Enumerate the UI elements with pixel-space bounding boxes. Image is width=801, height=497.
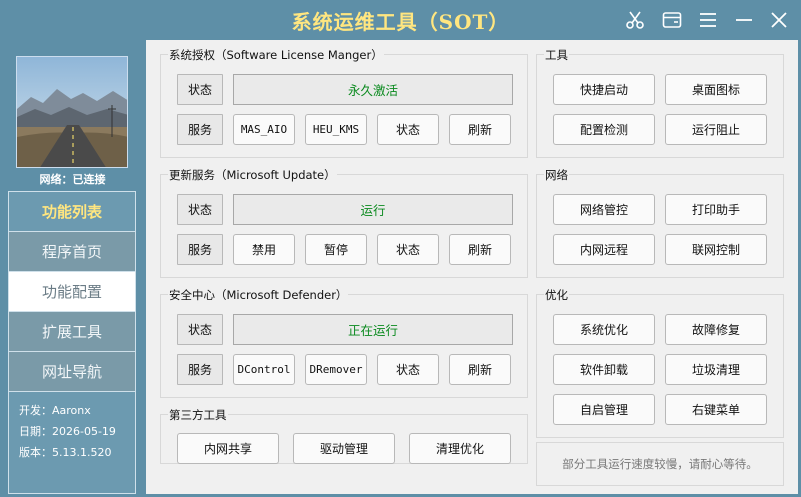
network-control-button[interactable]: 网络管控 [553, 194, 655, 225]
license-status-value: 永久激活 [233, 74, 513, 105]
version-text: 版本：5.13.1.520 [19, 446, 112, 459]
fault-repair-button[interactable]: 故障修复 [665, 314, 767, 345]
driver-manager-button[interactable]: 驱动管理 [293, 433, 395, 464]
minimize-icon[interactable] [732, 8, 756, 32]
date-text: 日期：2026-05-19 [19, 425, 116, 438]
update-query-button[interactable]: 状态 [377, 234, 439, 265]
system-optimize-button[interactable]: 系统优化 [553, 314, 655, 345]
config-check-button[interactable]: 配置检测 [553, 114, 655, 145]
license-status-button[interactable]: 状态 [177, 74, 223, 105]
update-status-value: 运行 [233, 194, 513, 225]
software-uninstall-button[interactable]: 软件卸载 [553, 354, 655, 385]
update-service-button[interactable]: 服务 [177, 234, 223, 265]
license-service-button[interactable]: 服务 [177, 114, 223, 145]
app-info: 开发：Aaronx 日期：2026-05-19 版本：5.13.1.520 [9, 392, 135, 493]
group-optimize: 优化 系统优化 故障修复 软件卸载 垃圾清理 自启管理 右键菜单 [536, 287, 784, 438]
lan-remote-button[interactable]: 内网远程 [553, 234, 655, 265]
defender-service-button[interactable]: 服务 [177, 354, 223, 385]
group-title-update: 更新服务（Microsoft Update） [168, 167, 337, 183]
group-title-license: 系统授权（Software License Manger） [168, 47, 384, 63]
license-query-button[interactable]: 状态 [377, 114, 439, 145]
clean-optimize-button[interactable]: 清理优化 [409, 433, 511, 464]
group-license: 系统授权（Software License Manger） 状态 永久激活 服务… [160, 47, 528, 158]
update-status-button[interactable]: 状态 [177, 194, 223, 225]
menu-icon[interactable] [696, 8, 720, 32]
dcontrol-button[interactable]: DControl [233, 354, 295, 385]
nav-item-home[interactable]: 程序首页 [9, 232, 135, 272]
group-network: 网络 网络管控 打印助手 内网远程 联网控制 [536, 167, 784, 278]
scissors-icon[interactable] [623, 8, 647, 32]
group-title-third-party: 第三方工具 [168, 407, 228, 423]
group-title-defender: 安全中心（Microsoft Defender） [168, 287, 349, 303]
dremover-button[interactable]: DRemover [305, 354, 367, 385]
close-icon[interactable] [767, 8, 791, 32]
nav-panel: 功能列表 程序首页 功能配置 扩展工具 网址导航 开发：Aaronx 日期：20… [8, 191, 136, 494]
group-title-network: 网络 [544, 167, 569, 183]
main-panel: 系统授权（Software License Manger） 状态 永久激活 服务… [146, 40, 798, 494]
update-disable-button[interactable]: 禁用 [233, 234, 295, 265]
group-tools: 工具 快捷启动 桌面图标 配置检测 运行阻止 [536, 47, 784, 158]
update-pause-button[interactable]: 暂停 [305, 234, 367, 265]
group-defender: 安全中心（Microsoft Defender） 状态 正在运行 服务 DCon… [160, 287, 528, 398]
window-icon[interactable] [660, 8, 684, 32]
startup-manager-button[interactable]: 自启管理 [553, 394, 655, 425]
nav-header: 功能列表 [9, 192, 135, 232]
network-status: 网络：已连接 [39, 173, 106, 186]
sidebar: 网络：已连接 功能列表 程序首页 功能配置 扩展工具 网址导航 开发：Aaron… [0, 40, 145, 497]
junk-clean-button[interactable]: 垃圾清理 [665, 354, 767, 385]
desktop-icons-button[interactable]: 桌面图标 [665, 74, 767, 105]
group-third-party: 第三方工具 内网共享 驱动管理 清理优化 [160, 407, 528, 464]
heu-kms-button[interactable]: HEU_KMS [305, 114, 367, 145]
defender-status-button[interactable]: 状态 [177, 314, 223, 345]
title-bar: 系统运维工具（SOT） [0, 0, 801, 40]
internet-control-button[interactable]: 联网控制 [665, 234, 767, 265]
run-block-button[interactable]: 运行阻止 [665, 114, 767, 145]
avatar [16, 56, 128, 168]
footer-note: 部分工具运行速度较慢，请耐心等待。 [536, 442, 784, 486]
nav-item-config[interactable]: 功能配置 [9, 272, 135, 312]
lan-share-button[interactable]: 内网共享 [177, 433, 279, 464]
defender-query-button[interactable]: 状态 [377, 354, 439, 385]
mas-aio-button[interactable]: MAS_AIO [233, 114, 295, 145]
group-title-optimize: 优化 [544, 287, 569, 303]
developer-text: 开发：Aaronx [19, 404, 91, 417]
quick-launch-button[interactable]: 快捷启动 [553, 74, 655, 105]
defender-refresh-button[interactable]: 刷新 [449, 354, 511, 385]
nav-item-extensions[interactable]: 扩展工具 [9, 312, 135, 352]
nav-item-links[interactable]: 网址导航 [9, 352, 135, 392]
license-refresh-button[interactable]: 刷新 [449, 114, 511, 145]
group-update: 更新服务（Microsoft Update） 状态 运行 服务 禁用 暂停 状态… [160, 167, 528, 278]
group-title-tools: 工具 [544, 47, 569, 63]
update-refresh-button[interactable]: 刷新 [449, 234, 511, 265]
print-helper-button[interactable]: 打印助手 [665, 194, 767, 225]
context-menu-button[interactable]: 右键菜单 [665, 394, 767, 425]
defender-status-value: 正在运行 [233, 314, 513, 345]
